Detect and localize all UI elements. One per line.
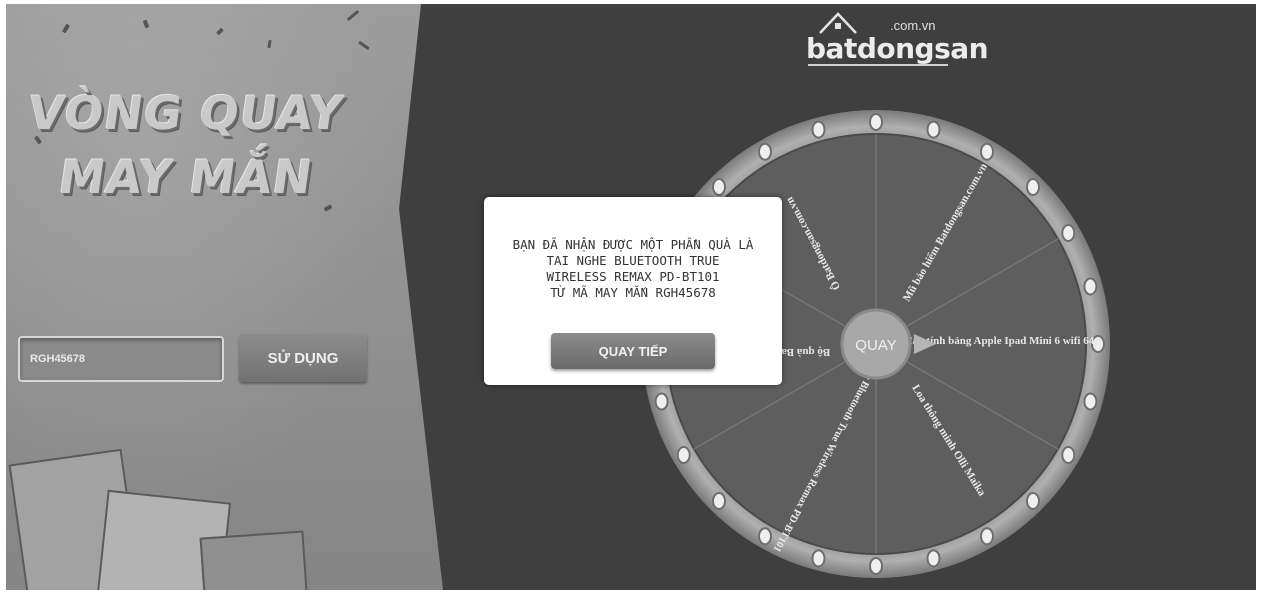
game-screen: VÒNG QUAY MAY MẮN SỬ DỤNG .com.vn batdon… xyxy=(6,4,1256,590)
rim-bulb xyxy=(1026,492,1040,510)
rim-bulb xyxy=(926,120,941,139)
rim-bulb xyxy=(654,392,669,411)
prize-message-line: TAI NGHE BLUETOOTH TRUE xyxy=(546,253,720,268)
rim-bulb xyxy=(926,549,941,568)
spin-button-label: QUAY xyxy=(855,337,896,354)
prize-message-line: TỪ MÃ MAY MẮN RGH45678 xyxy=(550,285,716,300)
rim-bulb xyxy=(869,557,883,575)
rim-bulb xyxy=(676,446,691,464)
rim-bulb xyxy=(758,142,772,161)
rim-bulb xyxy=(1083,277,1098,296)
prize-message-line: WIRELESS REMAX PD-BT101 xyxy=(546,269,720,284)
prize-message: BẠN ĐÃ NHẬN ĐƯỢC MỘT PHẦN QUÀ LÀ TAI NGH… xyxy=(494,237,772,301)
rim-bulb xyxy=(1026,178,1040,196)
rim-bulb xyxy=(811,549,826,568)
rim-bulb xyxy=(712,178,726,196)
rim-bulb xyxy=(1083,392,1098,411)
rim-bulb xyxy=(758,527,772,546)
rim-bulb xyxy=(869,113,883,131)
rim-bulb xyxy=(1061,224,1076,242)
rim-bulb xyxy=(1061,446,1076,464)
prize-result-dialog: BẠN ĐÃ NHẬN ĐƯỢC MỘT PHẦN QUÀ LÀ TAI NGH… xyxy=(484,197,782,385)
prize-message-line: BẠN ĐÃ NHẬN ĐƯỢC MỘT PHẦN QUÀ LÀ xyxy=(512,237,754,252)
rim-bulb xyxy=(712,492,726,510)
rim-bulb xyxy=(980,142,994,161)
rim-bulb xyxy=(980,527,994,546)
spin-again-button[interactable]: QUAY TIẾP xyxy=(551,333,715,369)
rim-bulb xyxy=(811,120,826,139)
